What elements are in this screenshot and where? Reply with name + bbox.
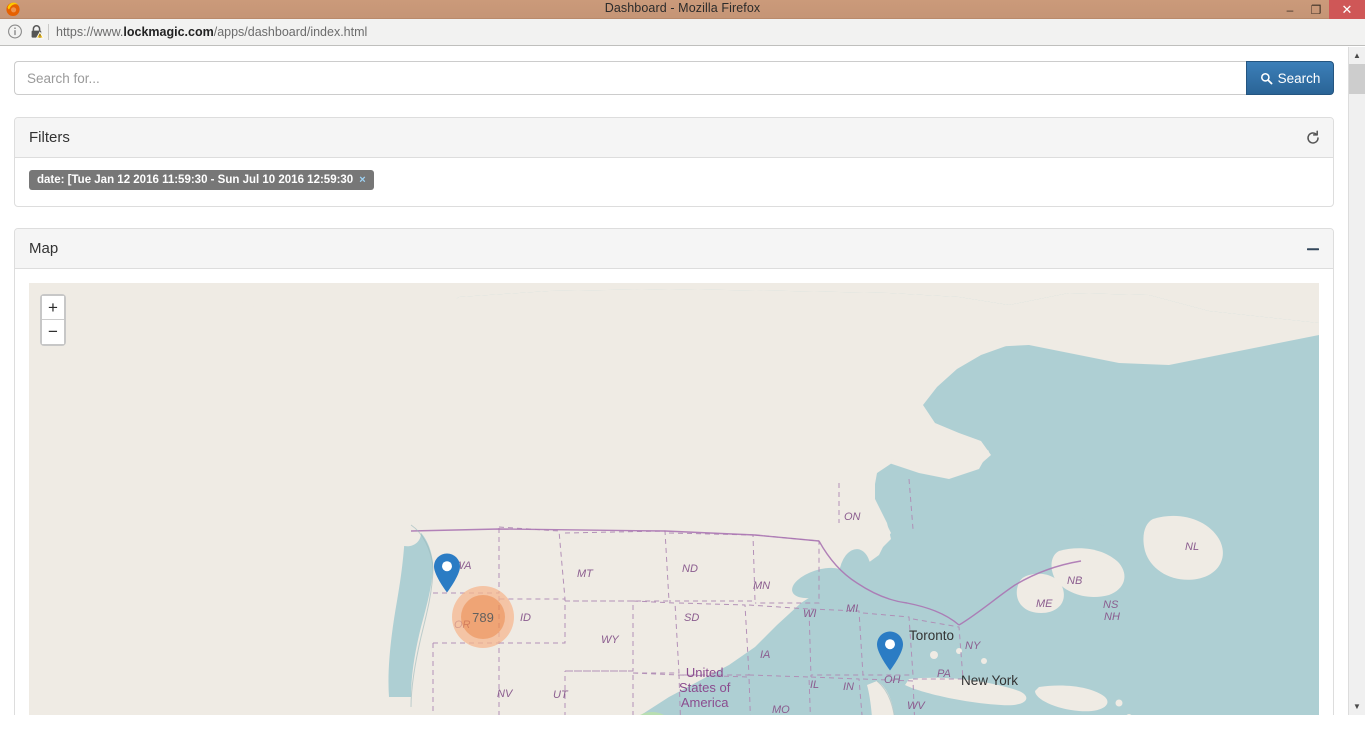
page-vertical-scrollbar[interactable]: ▲ ▼ <box>1348 47 1365 715</box>
map-canvas[interactable]: + − WAONMTNDMNORIDSDWIMINBNLNSMENHWYIANY… <box>29 283 1319 715</box>
scrollbar-down-arrow[interactable]: ▼ <box>1349 698 1365 715</box>
filter-badge-date[interactable]: date: [Tue Jan 12 2016 11:59:30 - Sun Ju… <box>29 170 374 190</box>
url-scheme: https://www. <box>56 25 123 39</box>
window-minimize-button[interactable]: – <box>1277 0 1303 19</box>
search-icon <box>1260 72 1273 85</box>
info-icon[interactable] <box>7 23 23 40</box>
map-panel-header: Map <box>15 229 1333 269</box>
url-domain: lockmagic.com <box>123 25 213 39</box>
search-input[interactable] <box>14 61 1246 95</box>
map-panel: Map <box>14 228 1334 715</box>
map-pin-toronto[interactable] <box>875 630 905 677</box>
filter-badge-remove-button[interactable]: × <box>359 174 365 186</box>
minus-icon[interactable] <box>1305 229 1321 269</box>
map-pin-washington[interactable] <box>432 552 462 599</box>
urlbar-icon-group <box>7 23 45 40</box>
map-zoom-out-button[interactable]: − <box>42 320 64 344</box>
filters-panel-header: Filters <box>15 118 1333 158</box>
url-bar[interactable]: https://www.lockmagic.com/apps/dashboard… <box>56 24 367 41</box>
map-zoom-control: + − <box>40 294 66 346</box>
urlbar-separator <box>48 24 49 40</box>
page-viewport: Search Filters date: [Tue Jan 12 2016 11… <box>0 47 1348 715</box>
scrollbar-thumb[interactable] <box>1349 64 1365 94</box>
search-button-label: Search <box>1278 71 1321 86</box>
window-close-button[interactable]: ✕ <box>1329 0 1365 19</box>
map-basemap <box>29 283 1319 715</box>
lock-warning-icon[interactable] <box>29 23 45 40</box>
scrollbar-up-arrow[interactable]: ▲ <box>1349 47 1365 64</box>
filters-panel: Filters date: [Tue Jan 12 2016 11:59:30 … <box>14 117 1334 207</box>
search-bar: Search <box>14 61 1334 95</box>
search-button[interactable]: Search <box>1246 61 1334 95</box>
filters-panel-body: date: [Tue Jan 12 2016 11:59:30 - Sun Ju… <box>15 158 1333 206</box>
window-title: Dashboard - Mozilla Firefox <box>0 1 1365 15</box>
map-title: Map <box>29 240 58 257</box>
filters-title: Filters <box>29 129 70 146</box>
filter-badge-label: date: [Tue Jan 12 2016 11:59:30 - Sun Ju… <box>37 174 353 186</box>
window-titlebar: Dashboard - Mozilla Firefox – ❐ ✕ <box>0 0 1365 19</box>
map-zoom-in-button[interactable]: + <box>42 296 64 320</box>
map-panel-body: + − WAONMTNDMNORIDSDWIMINBNLNSMENHWYIANY… <box>15 269 1333 715</box>
url-path: /apps/dashboard/index.html <box>214 25 368 39</box>
browser-navbar: https://www.lockmagic.com/apps/dashboard… <box>0 19 1365 46</box>
cluster-count: 789 <box>461 595 505 639</box>
window-maximize-button[interactable]: ❐ <box>1303 0 1329 19</box>
refresh-icon[interactable] <box>1305 118 1321 158</box>
